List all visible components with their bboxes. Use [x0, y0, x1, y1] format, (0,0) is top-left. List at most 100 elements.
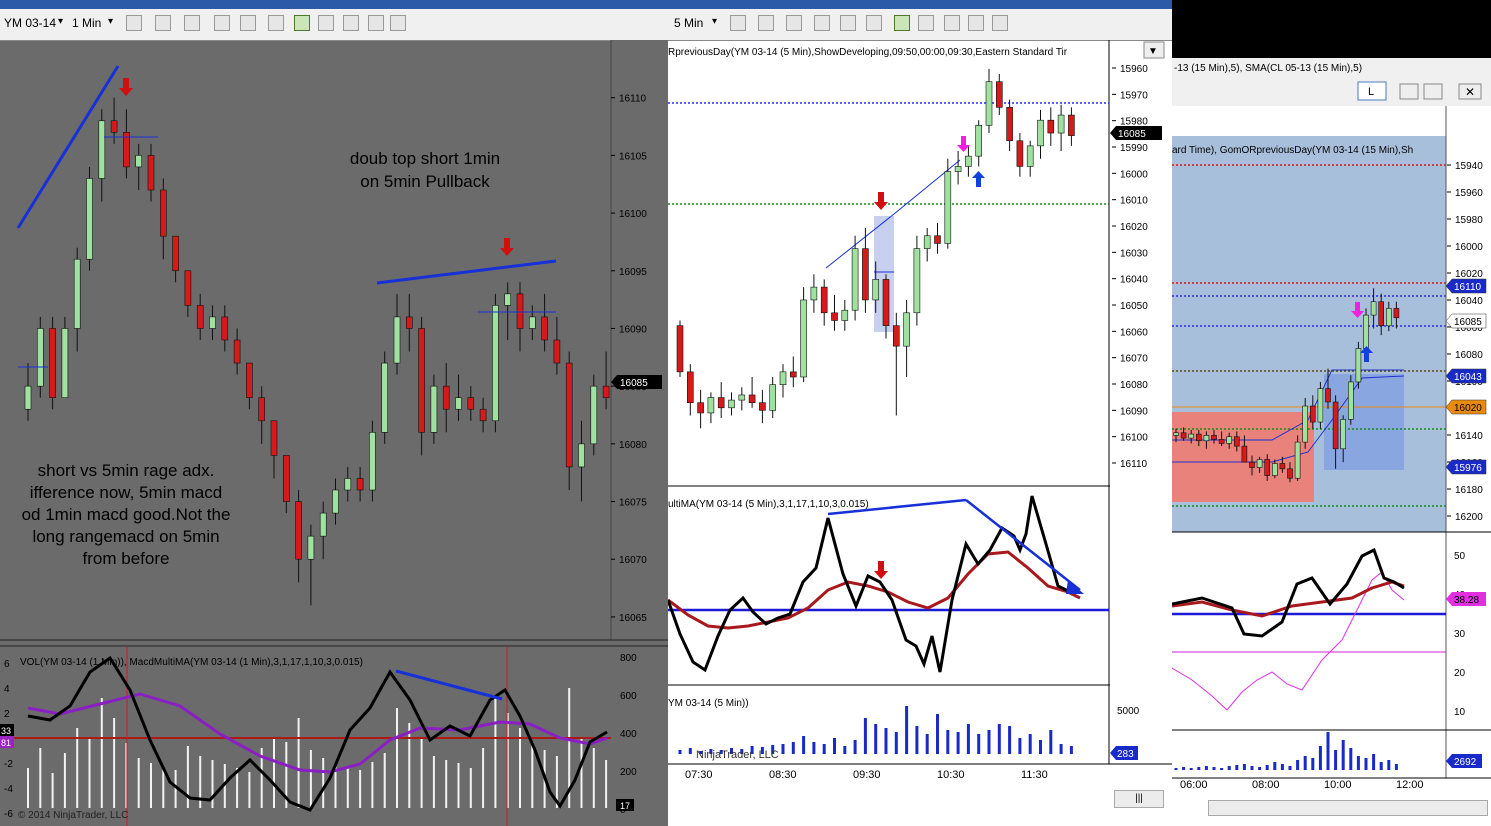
right-volume-bar: [1394, 764, 1398, 770]
middle-chart-svg[interactable]: 16110 16100 16090 16080 16070 16060 16050 16040…: [668, 40, 1172, 826]
middle-last-price-marker: 16085: [1110, 126, 1162, 140]
right-volume-bar: [1387, 760, 1391, 770]
left-annotation-bottom-line3: od 1min macd good.Not the: [22, 505, 231, 524]
middle-x-tick-label: 09:30: [853, 769, 881, 781]
left-instrument-dropdown-icon[interactable]: ▾: [58, 16, 63, 27]
left-y-tick-label: 16110: [619, 94, 647, 105]
right-volume-bar: [1273, 762, 1277, 770]
left-chart-svg[interactable]: 16110 16105 16100 16095 16090 16085 16080 16075…: [0, 40, 668, 826]
left-candle: [565, 362, 573, 468]
right-price-marker-text: 15976: [1454, 463, 1482, 474]
left-interval-dropdown-icon[interactable]: ▾: [108, 16, 113, 27]
left-volume-bar: [39, 748, 42, 808]
middle-y-tick-label: 16000: [1120, 169, 1148, 180]
middle-interval-dropdown-icon[interactable]: ▾: [712, 16, 717, 27]
right-y-tick-label: 16020: [1455, 269, 1483, 280]
left-candle: [578, 443, 585, 468]
right-header-top: -13 (15 Min),5), SMA(CL 05-13 (15 Min),5…: [1174, 63, 1362, 74]
right-candle: [1378, 301, 1384, 327]
middle-crosshair-icon[interactable]: [840, 15, 856, 31]
left-volume-bar: [396, 708, 398, 808]
left-candle: [356, 478, 364, 491]
right-candle: [1249, 461, 1255, 468]
add-indicator-icon[interactable]: [184, 15, 200, 31]
middle-candle: [748, 394, 756, 403]
left-candle: [184, 270, 192, 306]
middle-volume-bar: [905, 706, 909, 754]
right-volume-bar: [1265, 765, 1269, 770]
copy-icon[interactable]: [390, 15, 406, 31]
zoom-icon[interactable]: [268, 15, 284, 31]
right-volume-bar: [1258, 767, 1262, 770]
right-volume-bar: [1372, 754, 1376, 770]
middle-candle: [934, 235, 941, 244]
middle-data-box-icon[interactable]: [894, 15, 910, 31]
draw-pencil-icon[interactable]: [155, 15, 171, 31]
middle-add-indicator-icon[interactable]: [786, 15, 802, 31]
left-candle: [86, 178, 93, 260]
middle-y-tick-label: 15960: [1120, 64, 1148, 75]
right-ind-marker: 38.28: [1446, 592, 1486, 606]
middle-properties-icon[interactable]: [918, 15, 934, 31]
middle-collapse-icon[interactable]: ▼: [1148, 46, 1158, 57]
right-volume-bar: [1311, 758, 1315, 770]
left-candle: [135, 155, 142, 168]
right-ind-tick: 20: [1454, 668, 1466, 679]
left-macd-tick: -2: [4, 759, 13, 770]
middle-copy-icon[interactable]: [992, 15, 1008, 31]
left-candle: [282, 455, 290, 502]
right-volume-bar: [1334, 750, 1338, 770]
right-minimize-button[interactable]: [1399, 83, 1419, 100]
crosshair-icon[interactable]: [240, 15, 256, 31]
right-candle: [1386, 308, 1392, 327]
middle-candle: [923, 235, 931, 249]
middle-template-icon[interactable]: [968, 15, 984, 31]
middle-volume-bar: [874, 724, 878, 754]
right-candle: [1332, 401, 1339, 450]
left-y-tick-label: 16070: [619, 555, 647, 566]
left-candle: [393, 316, 401, 364]
middle-zoom-icon[interactable]: [866, 15, 882, 31]
right-volume-bar: [1356, 756, 1360, 770]
middle-candle: [728, 399, 735, 409]
right-chart-svg[interactable]: -13 (15 Min),5), SMA(CL 05-13 (15 Min),5…: [1172, 0, 1491, 826]
left-volume-bar: [359, 770, 362, 808]
middle-draw-pencil-icon[interactable]: [758, 15, 774, 31]
middle-bar-type-icon[interactable]: [730, 15, 746, 31]
right-tab-l-text[interactable]: L: [1368, 86, 1374, 98]
svg-text:16085: 16085: [1118, 129, 1146, 140]
middle-candle: [851, 248, 859, 311]
properties-icon[interactable]: [318, 15, 334, 31]
template-icon[interactable]: [368, 15, 384, 31]
right-candle: [1173, 432, 1179, 436]
left-interval-select[interactable]: 1 Min: [72, 16, 101, 30]
middle-y-tick-label: 16080: [1120, 380, 1148, 391]
left-y-tick-label: 16080: [619, 440, 647, 451]
middle-candle: [954, 166, 962, 172]
middle-horizontal-scrollbar[interactable]: |||: [1114, 790, 1164, 808]
right-horizontal-scrollbar[interactable]: [1208, 800, 1488, 816]
left-volume-bar: [408, 723, 411, 808]
right-candle: [1195, 433, 1202, 442]
middle-volume-bar: [812, 742, 816, 754]
right-y-tick-label: 16040: [1455, 296, 1483, 307]
middle-strategy-icon[interactable]: [814, 15, 830, 31]
middle-chart-icon[interactable]: [944, 15, 960, 31]
bar-type-icon[interactable]: [126, 15, 142, 31]
middle-macd-avg: [668, 550, 1081, 630]
chart-icon[interactable]: [343, 15, 359, 31]
middle-interval-select[interactable]: 5 Min: [674, 16, 703, 30]
right-candle: [1340, 419, 1346, 450]
right-volume-bar: [1174, 768, 1178, 770]
data-box-icon[interactable]: [294, 15, 310, 31]
middle-macd-divergence-line-2: [965, 499, 1081, 591]
right-close-icon[interactable]: ✕: [1465, 85, 1475, 99]
right-maximize-button[interactable]: [1423, 83, 1443, 100]
right-volume-bar: [1379, 762, 1383, 770]
left-candle: [405, 316, 413, 329]
strategy-icon[interactable]: [214, 15, 230, 31]
middle-candle: [686, 371, 694, 403]
left-instrument-select[interactable]: YM 03-14: [4, 16, 56, 30]
right-ind-tick: 10: [1454, 707, 1466, 718]
left-candle: [332, 489, 339, 514]
